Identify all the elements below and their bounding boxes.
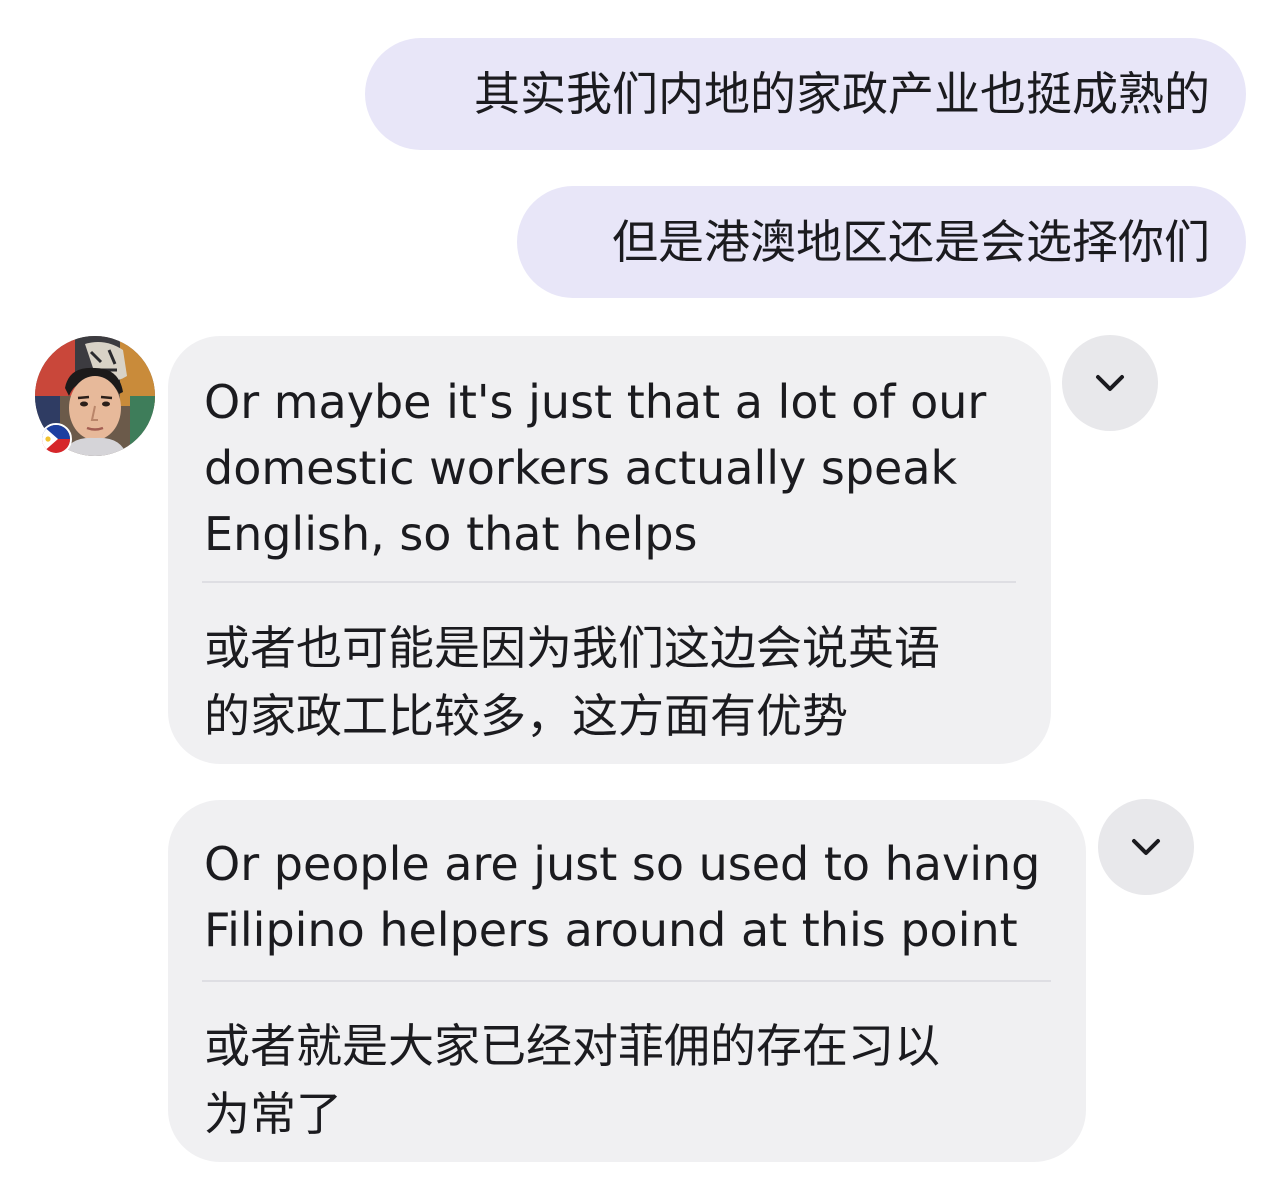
message-options-button[interactable] [1062, 335, 1158, 431]
original-text: Or maybe it's just that a lot of our dom… [204, 369, 986, 567]
translation-divider [202, 980, 1051, 982]
original-line: Or people are just so used to having [204, 837, 1041, 891]
translated-text: 或者也可能是因为我们这边会说英语 的家政工比较多，这方面有优势 [204, 614, 940, 750]
translation-line: 为常了 [204, 1087, 342, 1141]
original-line: English, so that helps [204, 507, 698, 561]
incoming-message[interactable]: Or people are just so used to having Fil… [168, 800, 1086, 1162]
original-line: domestic workers actually speak [204, 441, 958, 495]
original-line: Filipino helpers around at this point [204, 903, 1018, 957]
translation-line: 的家政工比较多，这方面有优势 [204, 689, 848, 743]
chevron-down-icon [1132, 839, 1160, 855]
translation-line: 或者也可能是因为我们这边会说英语 [204, 621, 940, 675]
chevron-down-icon [1096, 375, 1124, 391]
message-text: 其实我们内地的家政产业也挺成熟的 [474, 67, 1210, 121]
outgoing-message[interactable]: 其实我们内地的家政产业也挺成熟的 [365, 38, 1246, 150]
message-options-button[interactable] [1098, 799, 1194, 895]
translated-text: 或者就是大家已经对菲佣的存在习以 为常了 [204, 1012, 940, 1148]
outgoing-message[interactable]: 但是港澳地区还是会选择你们 [517, 186, 1246, 298]
original-text: Or people are just so used to having Fil… [204, 831, 1040, 963]
message-text: 但是港澳地区还是会选择你们 [612, 215, 1210, 269]
translation-divider [202, 581, 1016, 583]
philippines-flag-icon [40, 423, 72, 455]
incoming-message[interactable]: Or maybe it's just that a lot of our dom… [168, 336, 1051, 764]
translation-line: 或者就是大家已经对菲佣的存在习以 [204, 1019, 940, 1073]
original-line: Or maybe it's just that a lot of our [204, 375, 987, 429]
